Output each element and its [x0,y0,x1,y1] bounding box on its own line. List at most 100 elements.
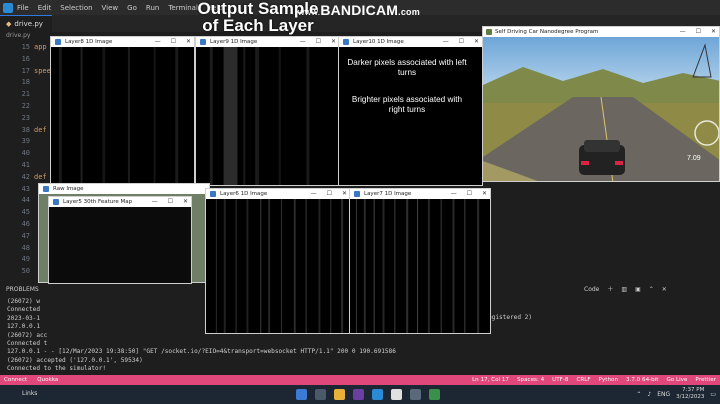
layer7-image [350,199,490,333]
vscode-taskbar-icon[interactable] [372,389,383,400]
status-language[interactable]: Python [599,375,618,385]
car-simulator-window[interactable]: Self Driving Car Nanodegree Program — ☐ ✕ … [482,26,720,182]
status-quokka[interactable]: Quokka [37,375,58,385]
window-title[interactable]: Raw Image [39,184,209,194]
maximize-icon[interactable]: ☐ [171,37,176,47]
tray-chevron-icon[interactable]: ⌃ [636,391,641,398]
line-number: 21 [21,90,30,99]
search-icon[interactable] [315,389,326,400]
window-title-text: Layer10 1D Image [353,39,404,45]
close-icon[interactable]: ✕ [183,197,188,207]
screen: File Edit Selection View Go Run Terminal… [0,0,720,404]
terminal-line: 127.0.0.1 - - [12/Mar/2023 19:38:50] "GE… [7,348,396,356]
minimize-icon[interactable]: — [451,189,457,199]
simulator-view [483,37,719,181]
status-encoding[interactable]: UTF-8 [552,375,568,385]
close-icon[interactable]: ✕ [482,189,487,199]
window-title[interactable]: Layer10 1D Image — ☐ ✕ [339,37,482,47]
minimize-icon[interactable]: — [680,27,686,37]
terminal-line: Connected t [7,339,48,347]
line-number: 16 [21,54,30,63]
layer5-window[interactable]: Layer5 30th Feature Map — ☐ ✕ [48,196,192,284]
minimize-icon[interactable]: — [152,197,158,207]
annotation-dark: Darker pixels associated with left turns [347,58,467,77]
line-number: 45 [21,208,30,217]
problems-tab[interactable]: PROBLEMS [6,286,39,293]
app-icon[interactable] [429,389,440,400]
close-icon[interactable]: ✕ [186,37,191,47]
maximize-icon[interactable]: ☐ [168,197,173,207]
window-title[interactable]: Layer8 1D Image — ☐ ✕ [51,37,194,47]
line-number-gutter: 15 16 17 18 21 22 23 38 39 40 41 42 43 4… [0,42,34,282]
line-number: 41 [21,160,30,169]
notification-icon[interactable]: ▭ [710,391,716,398]
plus-icon[interactable]: ＋ [607,284,613,296]
clock[interactable]: 7:37 PM 3/12/2023 [676,387,704,401]
line-number: 47 [21,231,30,240]
window-title[interactable]: Layer6 1D Image — ☐ ✕ [206,189,350,199]
line-number: 23 [21,113,30,122]
terminal-code-dropdown[interactable]: Code [584,284,599,296]
taskbar: Links ⌃ ♪ ENG 7:37 PM 3/12/2023 ▭ [0,385,720,404]
status-interpreter[interactable]: 3.7.0 64-bit [626,375,658,385]
speaker-icon[interactable]: ♪ [647,391,651,398]
menu-edit[interactable]: Edit [38,4,52,12]
maximize-icon[interactable]: ☐ [459,37,464,47]
editor-tab-drive-py[interactable]: ◆ drive.py [0,15,52,32]
status-connect[interactable]: Connect [4,375,27,385]
layer9-stripes [209,47,310,185]
minimize-icon[interactable]: — [300,37,306,47]
close-icon[interactable]: ✕ [342,189,347,199]
maximize-icon[interactable]: ☐ [327,189,332,199]
clock-date: 3/12/2023 [676,394,705,400]
menu-file[interactable]: File [17,4,29,12]
menu-view[interactable]: View [102,4,119,12]
layer6-window[interactable]: Layer6 1D Image — ☐ ✕ [205,188,351,334]
window-title-text: Raw Image [53,186,84,192]
window-title[interactable]: Layer9 1D Image — ☐ ✕ [196,37,339,47]
minimize-icon[interactable]: — [443,37,449,47]
close-icon[interactable]: ✕ [662,284,667,296]
terminal-toolbar: Code ＋ ▥ ▣ ⌃ ✕ [584,284,667,296]
line-number: 50 [21,267,30,276]
language-indicator[interactable]: ENG [657,391,670,398]
system-tray: ⌃ ♪ ENG 7:37 PM 3/12/2023 ▭ [636,387,716,401]
app-icon[interactable] [353,389,364,400]
minimize-icon[interactable]: — [311,189,317,199]
window-title[interactable]: Self Driving Car Nanodegree Program — ☐ ✕ [483,27,719,37]
menu-selection[interactable]: Selection [60,4,92,12]
chevron-up-icon[interactable]: ⌃ [649,284,654,296]
speed-readout: 7.09 [687,155,701,162]
chrome-icon[interactable] [391,389,402,400]
app-icon[interactable] [410,389,421,400]
maximize-icon[interactable]: ☐ [316,37,321,47]
line-number: 15 [21,43,30,51]
window-title-text: Layer9 1D Image [210,39,258,45]
status-cursor-position[interactable]: Ln 17, Col 17 [472,375,509,385]
window-title[interactable]: Layer7 1D Image — ☐ ✕ [350,189,490,199]
window-title[interactable]: Layer5 30th Feature Map — ☐ ✕ [49,197,191,207]
maximize-icon[interactable]: ☐ [696,27,701,37]
split-icon[interactable]: ▥ [621,284,627,296]
windows-start-icon[interactable] [296,389,307,400]
layer9-window[interactable]: Layer9 1D Image — ☐ ✕ [195,36,340,186]
status-eol[interactable]: CRLF [576,375,590,385]
menu-run[interactable]: Run [146,4,159,12]
status-go-live[interactable]: Go Live [666,375,687,385]
taskbar-links[interactable]: Links [22,390,37,397]
close-icon[interactable]: ✕ [474,37,479,47]
maximize-icon[interactable]: ☐ [467,189,472,199]
window-title-text: Layer8 1D Image [65,39,113,45]
status-indentation[interactable]: Spaces: 4 [517,375,544,385]
minimize-icon[interactable]: — [155,37,161,47]
window-title-text: Layer5 30th Feature Map [63,199,133,205]
close-icon[interactable]: ✕ [331,37,336,47]
layer7-window[interactable]: Layer7 1D Image — ☐ ✕ [349,188,491,334]
menu-go[interactable]: Go [127,4,137,12]
file-explorer-icon[interactable] [334,389,345,400]
layer8-window[interactable]: Layer8 1D Image — ☐ ✕ [50,36,195,186]
trash-icon[interactable]: ▣ [635,284,641,296]
status-prettier[interactable]: Prettier [695,375,716,385]
line-number: 46 [21,219,30,228]
close-icon[interactable]: ✕ [711,27,716,37]
